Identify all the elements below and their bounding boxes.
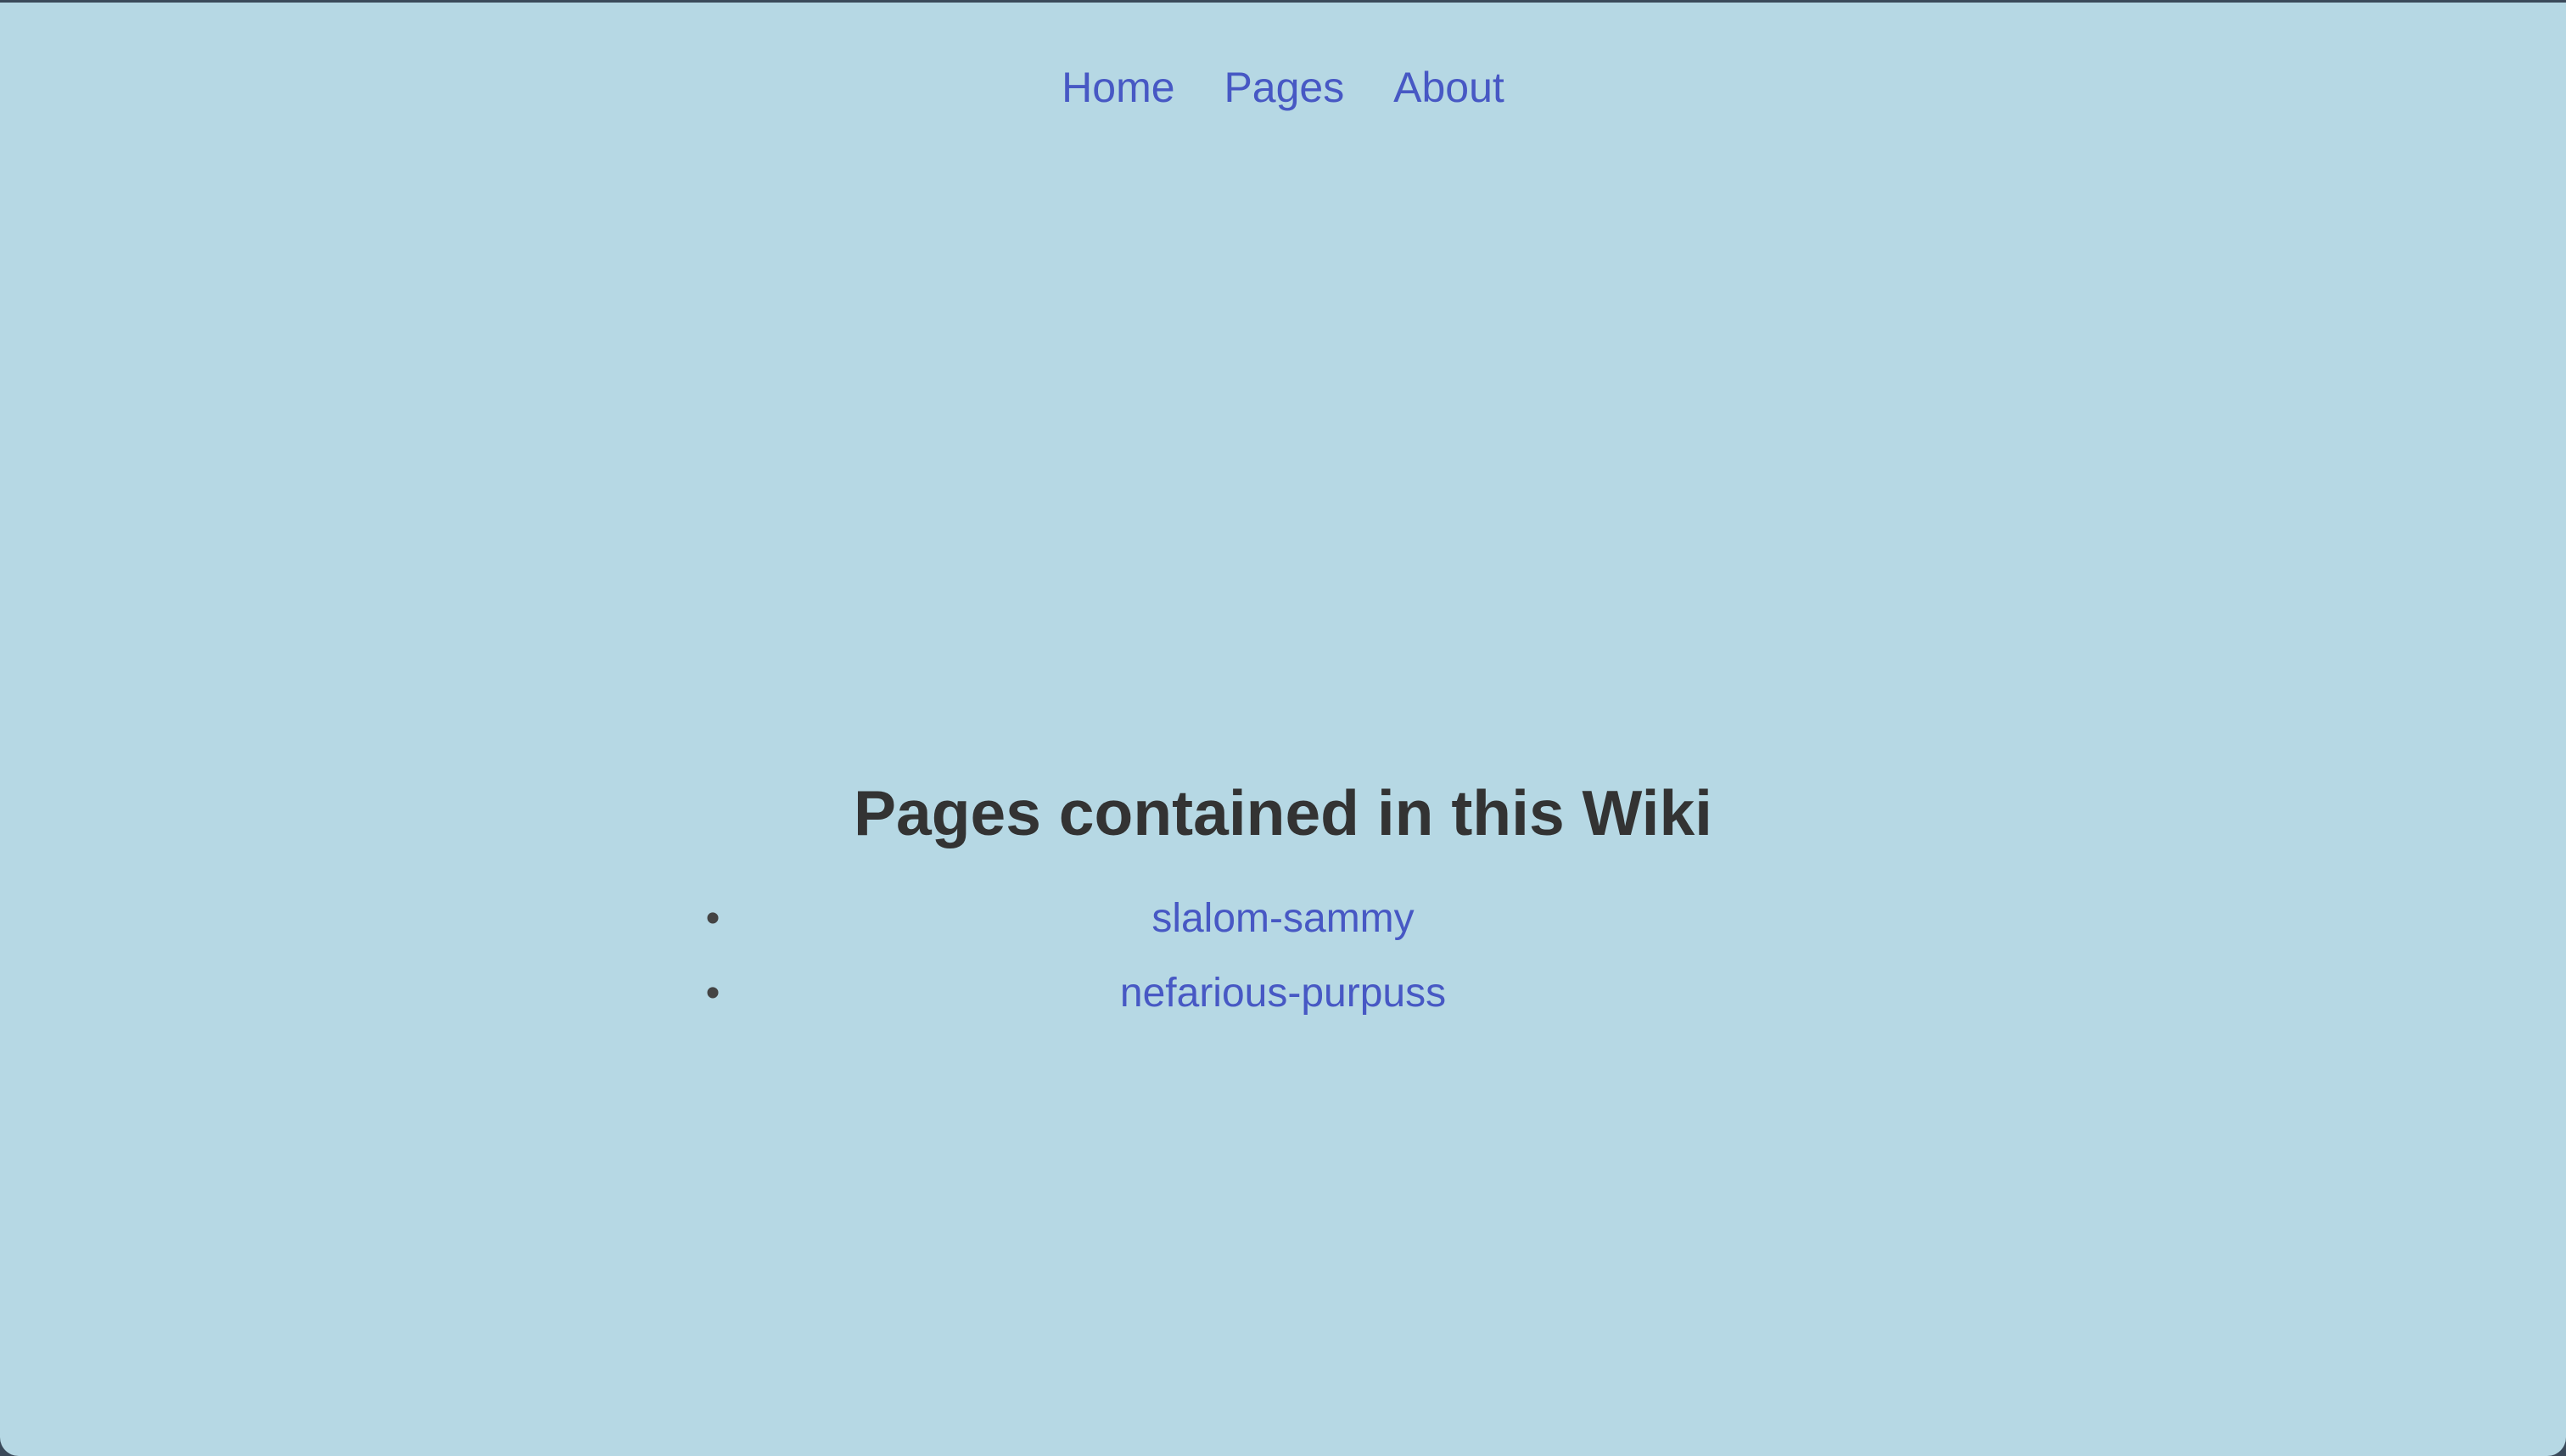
page-link-slalom-sammy[interactable]: slalom-sammy	[1151, 896, 1414, 941]
browser-viewport: Home Pages About Pages contained in this…	[0, 3, 2566, 1456]
bullet-icon: •	[705, 971, 720, 1016]
bullet-icon: •	[705, 896, 720, 941]
wiki-page-list: • slalom-sammy • nefarious-purpuss	[698, 882, 1868, 1031]
nav-link-pages[interactable]: Pages	[1224, 64, 1344, 111]
list-item: • slalom-sammy	[698, 882, 1868, 956]
main-content: Pages contained in this Wiki • slalom-sa…	[0, 766, 2566, 1031]
nav-link-about[interactable]: About	[1393, 64, 1504, 111]
top-nav: Home Pages About	[0, 53, 2566, 121]
list-item: • nefarious-purpuss	[698, 956, 1868, 1031]
page-title: Pages contained in this Wiki	[853, 777, 1713, 848]
page-link-nefarious-purpuss[interactable]: nefarious-purpuss	[1120, 971, 1446, 1016]
nav-link-home[interactable]: Home	[1062, 64, 1174, 111]
